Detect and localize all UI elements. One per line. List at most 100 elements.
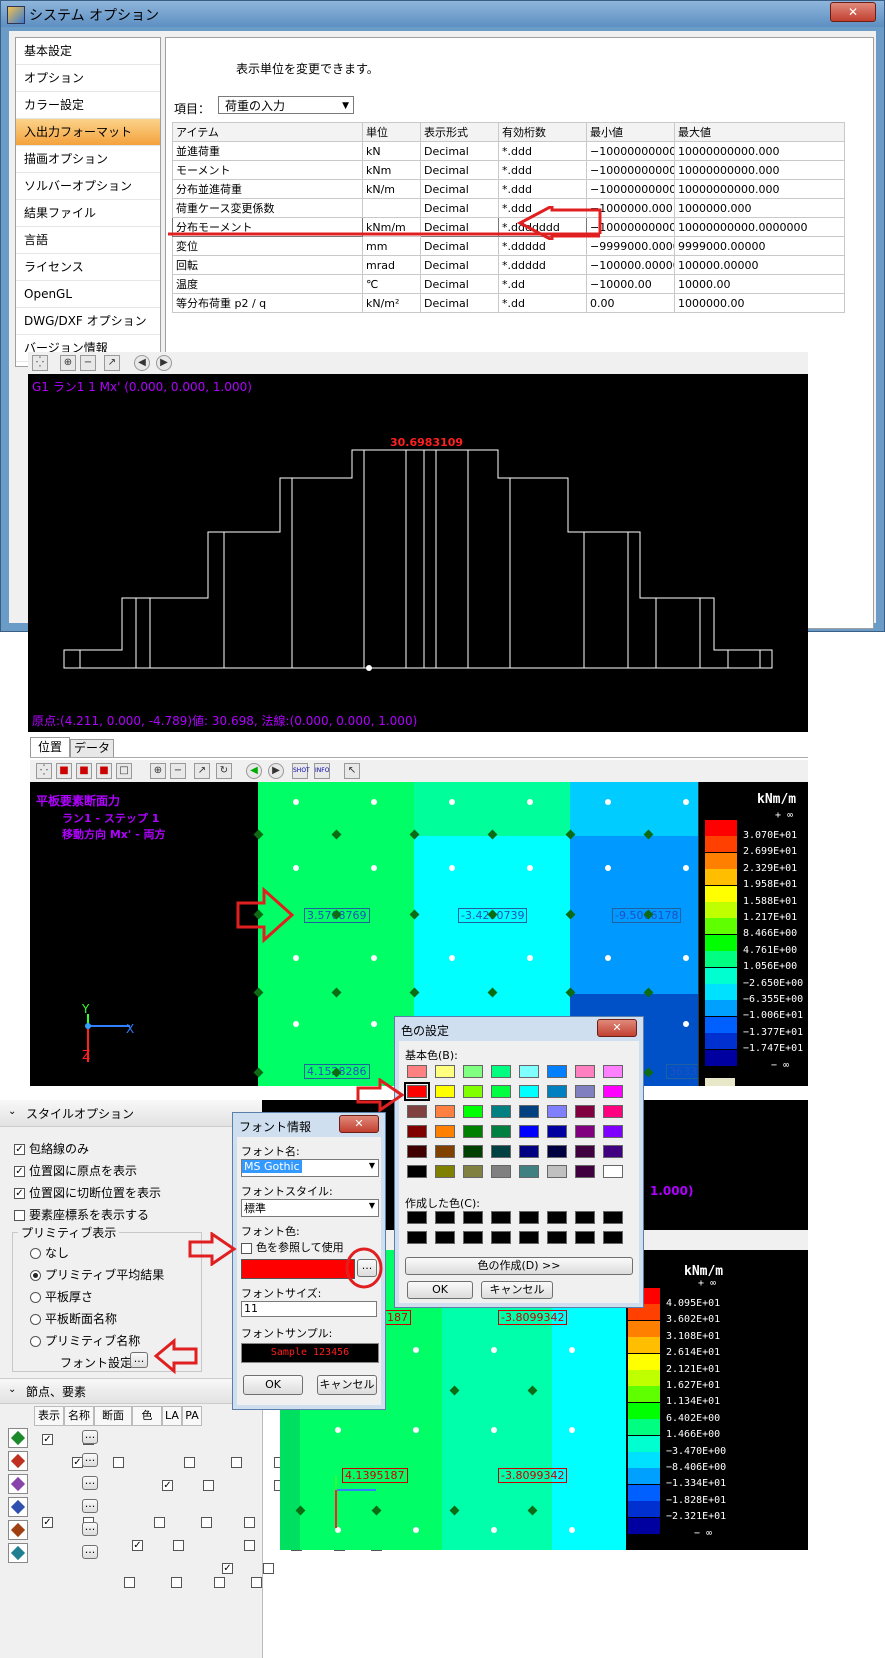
basic-color-swatch[interactable] — [575, 1105, 595, 1118]
nav-item-language[interactable]: 言語 — [16, 227, 160, 254]
forward-icon[interactable]: ▶ — [268, 763, 284, 779]
snapshot-icon[interactable]: SHOT — [292, 763, 310, 779]
color-cancel-button[interactable]: キャンセル — [481, 1281, 553, 1299]
basic-color-swatch[interactable] — [519, 1125, 539, 1138]
custom-color-swatch[interactable] — [603, 1231, 623, 1244]
nav-item-color[interactable]: カラー設定 — [16, 92, 160, 119]
tab-data[interactable]: データ — [70, 739, 114, 757]
table-cell[interactable]: kN/m² — [362, 293, 421, 313]
nav-item-io-format[interactable]: 入出力フォーマット — [16, 119, 160, 146]
table-cell[interactable]: 10000.00 — [674, 274, 845, 294]
table-cell[interactable]: Decimal — [420, 141, 499, 161]
section-checkbox[interactable] — [154, 1517, 165, 1528]
la-checkbox[interactable] — [244, 1517, 255, 1528]
custom-color-swatch[interactable] — [435, 1211, 455, 1224]
basic-color-swatch[interactable] — [435, 1085, 455, 1098]
basic-color-swatch[interactable] — [603, 1085, 623, 1098]
table-cell[interactable]: *.ddd — [498, 179, 587, 199]
show-checkbox[interactable]: ✓ — [42, 1517, 53, 1528]
show-checkbox[interactable]: ✓ — [222, 1563, 233, 1574]
table-cell[interactable]: 分布並進荷重 — [172, 179, 363, 199]
table-cell[interactable]: 10000000000.0000000 — [674, 217, 845, 237]
basic-color-swatch[interactable] — [491, 1065, 511, 1078]
custom-color-swatch[interactable] — [463, 1211, 483, 1224]
nav-item-options[interactable]: オプション — [16, 65, 160, 92]
table-cell[interactable]: Decimal — [420, 293, 499, 313]
basic-color-swatch[interactable] — [435, 1125, 455, 1138]
table-row[interactable]: 回転 mrad Decimal *.ddddd −100000.00000 100000.… — [172, 255, 845, 275]
custom-color-swatch[interactable] — [435, 1231, 455, 1244]
font-name-select[interactable]: MS Gothic ▼ — [241, 1159, 379, 1177]
font-cancel-button[interactable]: キャンセル — [317, 1375, 377, 1395]
font-size-input[interactable]: 11 — [241, 1301, 377, 1317]
table-cell[interactable]: mrad — [362, 255, 421, 275]
color-dialog-close[interactable]: ✕ — [597, 1019, 637, 1037]
table-cell[interactable]: 0.00 — [586, 293, 675, 313]
basic-color-swatch[interactable] — [463, 1145, 483, 1158]
basic-color-swatch[interactable] — [407, 1065, 427, 1078]
basic-color-swatch[interactable] — [547, 1125, 567, 1138]
nav-item-dwg[interactable]: DWG/DXF オプション — [16, 308, 160, 335]
table-cell[interactable]: −10000000000.000 — [586, 141, 675, 161]
table-cell[interactable]: Decimal — [420, 160, 499, 180]
check-cut-position[interactable]: ✓ 位置図に切断位置を表示 — [14, 1184, 161, 1201]
color-checkbox[interactable] — [201, 1517, 212, 1528]
basic-color-swatch[interactable] — [491, 1145, 511, 1158]
cube-front-icon[interactable]: ■ — [56, 763, 72, 779]
name-font-button[interactable]: ... — [82, 1498, 98, 1513]
table-cell[interactable]: *.dd — [498, 274, 587, 294]
nav-item-opengl[interactable]: OpenGL — [16, 281, 160, 308]
basic-color-swatch[interactable] — [603, 1165, 623, 1178]
basic-color-swatch[interactable] — [463, 1085, 483, 1098]
show-checkbox[interactable]: ✓ — [132, 1540, 143, 1551]
select-icon[interactable]: ⁛ — [36, 763, 52, 779]
zoom-window-icon[interactable]: ⊕ — [150, 763, 166, 779]
basic-color-swatch[interactable] — [575, 1065, 595, 1078]
section-checkbox[interactable] — [184, 1457, 195, 1468]
radio-none[interactable]: なし — [30, 1244, 69, 1261]
basic-color-swatch[interactable] — [547, 1065, 567, 1078]
item-select[interactable]: 荷重の入力 ▼ — [218, 96, 354, 114]
custom-color-swatch[interactable] — [407, 1231, 427, 1244]
name-font-button[interactable]: ... — [82, 1521, 98, 1536]
select-icon[interactable]: ⁛ — [32, 355, 48, 371]
basic-color-swatch[interactable] — [435, 1165, 455, 1178]
basic-color-swatch[interactable] — [407, 1125, 427, 1138]
moment-diagram-view[interactable]: G1 ラン1 1 Mx' (0.000, 0.000, 1.000) 30.69… — [28, 374, 808, 732]
basic-color-swatch[interactable] — [463, 1125, 483, 1138]
radio-button[interactable] — [30, 1314, 41, 1325]
forward-icon[interactable]: ▶ — [156, 355, 172, 371]
basic-color-swatch[interactable] — [519, 1065, 539, 1078]
name-font-button[interactable]: ... — [82, 1452, 98, 1467]
checkbox[interactable]: ✓ — [14, 1166, 25, 1177]
font-dialog-close[interactable]: ✕ — [339, 1115, 379, 1133]
table-cell[interactable]: kNm — [362, 160, 421, 180]
color-checkbox[interactable] — [231, 1457, 242, 1468]
table-cell[interactable]: *.dd — [498, 293, 587, 313]
table-row[interactable]: モーメントkNmDecimal*.ddd−10000000000.0001000… — [172, 160, 845, 180]
nav-item-drawing[interactable]: 描画オプション — [16, 146, 160, 173]
basic-color-swatch[interactable] — [491, 1125, 511, 1138]
table-cell[interactable]: −10000.00 — [586, 274, 675, 294]
rotate-icon[interactable]: ↻ — [216, 763, 232, 779]
basic-color-swatch[interactable] — [519, 1145, 539, 1158]
basic-color-swatch[interactable] — [575, 1165, 595, 1178]
radio-plate-section[interactable]: 平板断面名称 — [30, 1310, 117, 1327]
custom-color-swatch[interactable] — [407, 1211, 427, 1224]
basic-color-swatch[interactable] — [407, 1145, 427, 1158]
section-checkbox[interactable] — [124, 1577, 135, 1588]
table-cell[interactable]: −100000.00000 — [586, 255, 675, 275]
nav-item-license[interactable]: ライセンス — [16, 254, 160, 281]
radio-primitive-average[interactable]: プリミティブ平均結果 — [30, 1266, 164, 1283]
custom-color-swatch[interactable] — [603, 1211, 623, 1224]
radio-button[interactable] — [30, 1270, 41, 1281]
basic-color-swatch[interactable] — [491, 1165, 511, 1178]
table-cell[interactable]: −10000000000.000 — [586, 179, 675, 199]
table-cell[interactable]: 温度 — [172, 274, 363, 294]
back-icon[interactable]: ◀ — [246, 763, 262, 779]
check-envelope[interactable]: ✓ 包絡線のみ — [14, 1140, 89, 1157]
basic-color-swatch[interactable] — [575, 1125, 595, 1138]
table-row[interactable]: 温度 ℃ Decimal *.dd −10000.00 10000.00 — [172, 274, 845, 294]
basic-color-swatch[interactable] — [407, 1105, 427, 1118]
radio-primitive-name[interactable]: プリミティブ名称 — [30, 1332, 140, 1349]
